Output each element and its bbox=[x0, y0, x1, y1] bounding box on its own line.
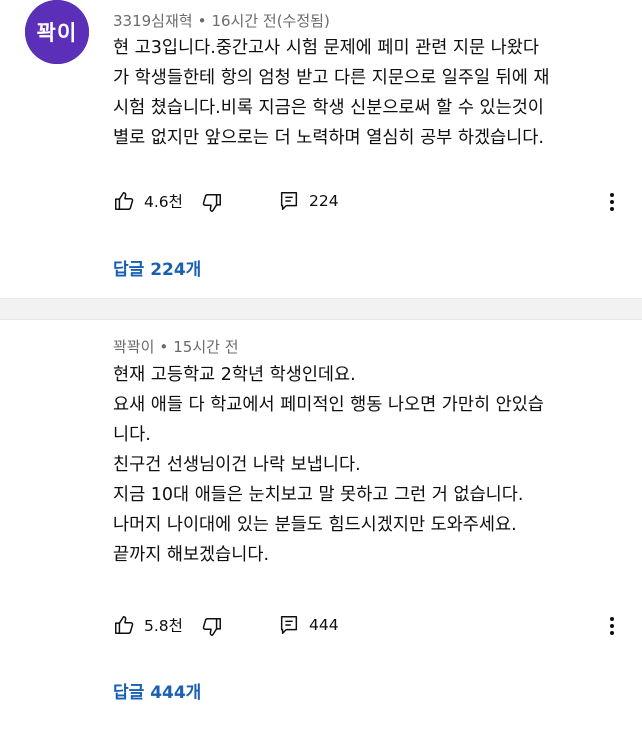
thumbs-up-icon bbox=[115, 192, 134, 210]
thumbs-down-icon bbox=[202, 618, 221, 636]
like-count: 5.8천 bbox=[144, 617, 183, 635]
comment-time[interactable]: 16시간 전(수정됨) bbox=[211, 12, 329, 30]
comment-line: 나머지 나이대에 있는 분들도 힘드시겠지만 도와주세요. bbox=[113, 515, 517, 535]
comment-meta: 꽉꽉이 • 15시간 전 bbox=[113, 336, 239, 357]
reply-comment-icon bbox=[280, 616, 298, 634]
view-replies-link[interactable]: 답글 224개 bbox=[113, 255, 201, 280]
meta-separator: • bbox=[197, 12, 207, 30]
comment-line: 지금 10대 애들은 눈치보고 말 못하고 그런 거 없습니다. bbox=[113, 485, 524, 505]
reply-comment-icon bbox=[280, 192, 298, 210]
reply-button[interactable]: 224 bbox=[278, 190, 339, 212]
comment-time[interactable]: 15시간 전 bbox=[173, 338, 238, 356]
more-options-button[interactable] bbox=[602, 614, 622, 638]
like-button[interactable]: 5.8천 bbox=[113, 614, 183, 636]
avatar[interactable]: 꽉이 bbox=[25, 0, 89, 64]
more-options-button[interactable] bbox=[602, 190, 622, 214]
comment-line: 니다. bbox=[113, 425, 151, 445]
comment-line: 가 학생들한테 항의 엄청 받고 다른 지문으로 일주일 뒤에 재 bbox=[113, 68, 550, 88]
meta-separator: • bbox=[159, 338, 169, 356]
comment-author[interactable]: 꽉꽉이 bbox=[113, 338, 154, 356]
dislike-button[interactable] bbox=[201, 616, 223, 638]
comment-author[interactable]: 3319심재혁 bbox=[113, 12, 193, 30]
comment-line: 현 고3입니다.중간고사 시험 문제에 페미 관련 지문 나왔다 bbox=[113, 38, 539, 58]
comment-line: 시험 쳤습니다.비록 지금은 학생 신분으로써 할 수 있는것이 bbox=[113, 98, 544, 118]
thumbs-down-icon bbox=[202, 194, 221, 212]
comment-line: 현재 고등학교 2학년 학생인데요. bbox=[113, 365, 356, 385]
comment-text: 현 고3입니다.중간고사 시험 문제에 페미 관련 지문 나왔다 가 학생들한테… bbox=[113, 33, 613, 153]
reply-count: 224 bbox=[309, 192, 339, 210]
reply-count: 444 bbox=[309, 616, 339, 634]
comment-divider bbox=[0, 298, 642, 320]
thumbs-up-icon bbox=[115, 616, 134, 634]
more-vertical-icon bbox=[610, 617, 614, 635]
more-vertical-icon bbox=[610, 193, 614, 211]
comment-line: 끝까지 해보겠습니다. bbox=[113, 545, 270, 565]
comment-line: 친구건 선생님이건 나락 보냅니다. bbox=[113, 455, 361, 475]
comment-line: 요새 애들 다 학교에서 페미적인 행동 나오면 가만히 안있습 bbox=[113, 395, 544, 415]
comment-text: 현재 고등학교 2학년 학생인데요. 요새 애들 다 학교에서 페미적인 행동 … bbox=[113, 360, 613, 570]
view-replies-link[interactable]: 답글 444개 bbox=[113, 678, 201, 703]
like-count: 4.6천 bbox=[144, 193, 183, 211]
comment-meta: 3319심재혁 • 16시간 전(수정됨) bbox=[113, 10, 330, 31]
reply-button[interactable]: 444 bbox=[278, 614, 339, 636]
dislike-button[interactable] bbox=[201, 192, 223, 214]
comment-line: 별로 없지만 앞으로는 더 노력하며 열심히 공부 하겠습니다. bbox=[113, 128, 544, 148]
comments-page: 3319심재혁 • 16시간 전(수정됨) 현 고3입니다.중간고사 시험 문제에 … bbox=[0, 0, 642, 729]
like-button[interactable]: 4.6천 bbox=[113, 190, 183, 212]
